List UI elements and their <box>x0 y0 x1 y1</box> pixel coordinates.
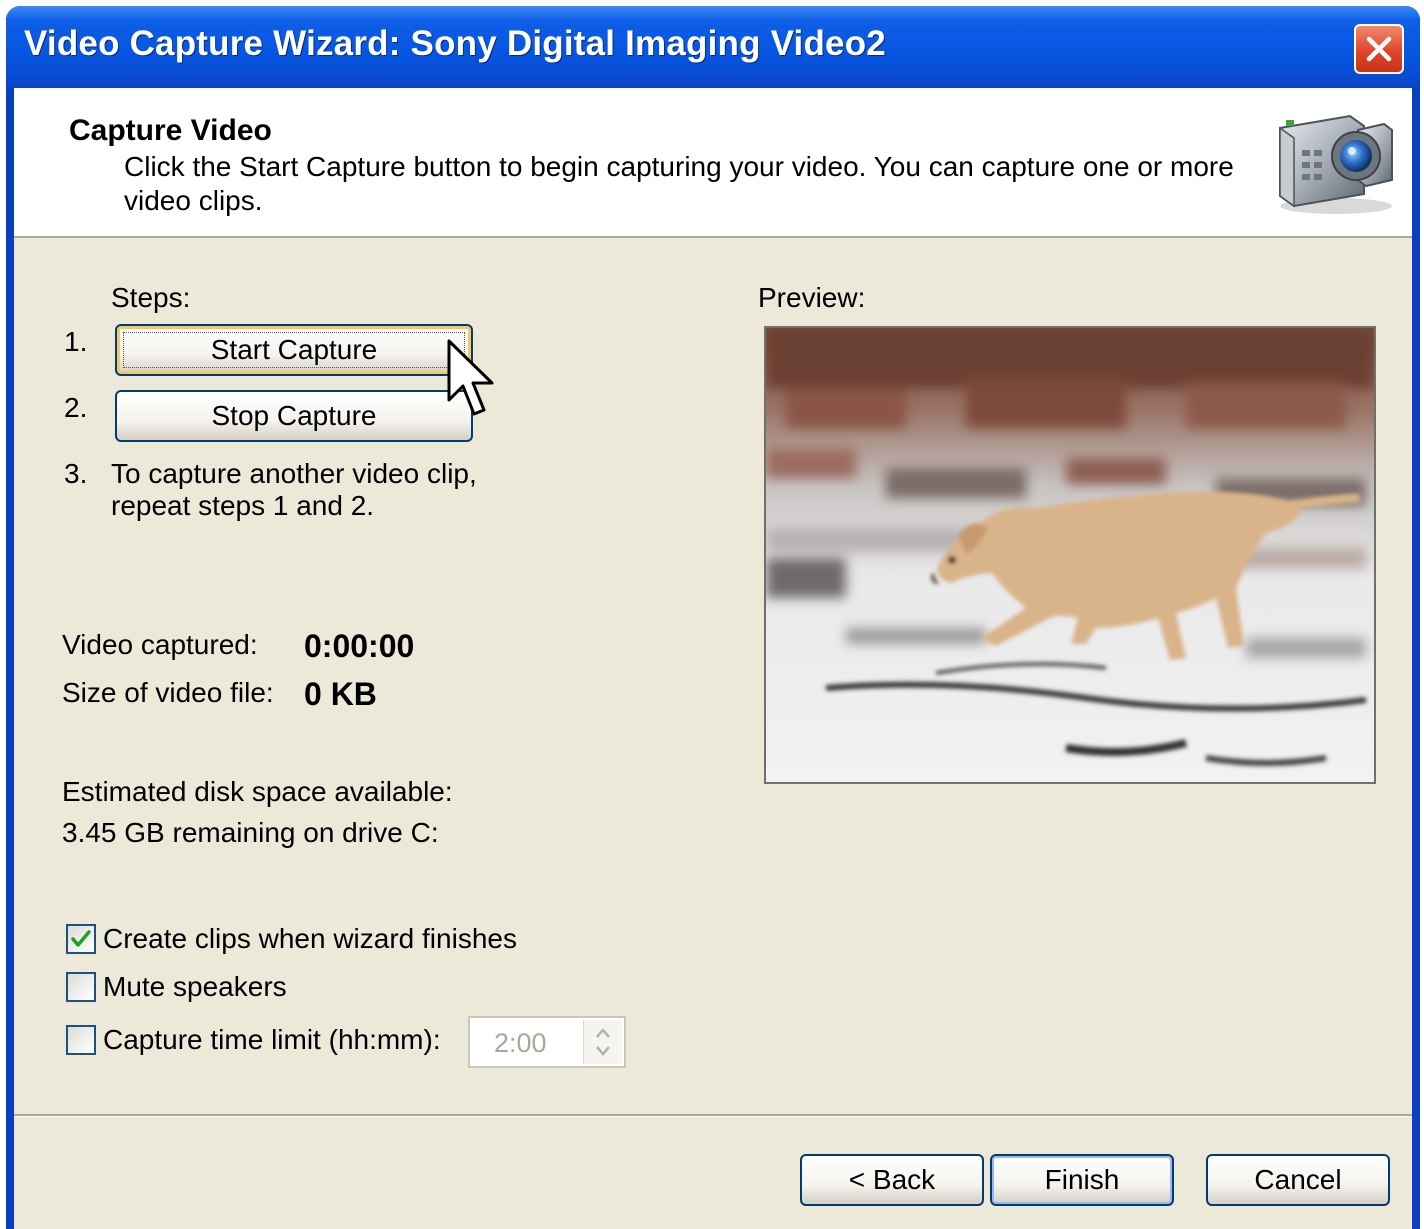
checkmark-icon <box>71 930 91 947</box>
step-number: 3. <box>64 458 88 489</box>
capture-time-limit-checkbox[interactable] <box>66 1025 96 1055</box>
page-description: Click the Start Capture button to begin … <box>124 151 1234 216</box>
mouse-pointer-icon <box>447 339 494 416</box>
file-size-value: 0 KB <box>304 676 377 712</box>
video-preview <box>764 326 1376 784</box>
video-captured-label: Video captured: <box>62 629 258 660</box>
close-icon <box>1366 36 1392 62</box>
capture-time-limit-label[interactable]: Capture time limit (hh:mm): <box>103 1024 441 1056</box>
step-number: 1. <box>64 326 88 357</box>
create-clips-checkbox[interactable] <box>66 924 96 954</box>
time-limit-spinner[interactable]: 2:00 <box>468 1016 626 1068</box>
spinner-arrows-icon <box>596 1028 610 1056</box>
finish-button[interactable]: Finish <box>990 1154 1174 1206</box>
title-bar[interactable]: Video Capture Wizard: Sony Digital Imagi… <box>6 6 1420 88</box>
mute-speakers-checkbox[interactable] <box>66 972 96 1002</box>
page-title: Capture Video <box>69 114 272 147</box>
disk-space-label: Estimated disk space available: <box>62 776 453 807</box>
back-button[interactable]: < Back <box>800 1154 984 1206</box>
stop-capture-button[interactable]: Stop Capture <box>115 390 473 442</box>
footer-separator <box>14 1114 1412 1117</box>
time-limit-value: 2:00 <box>494 1028 547 1058</box>
steps-label: Steps: <box>111 282 191 313</box>
preview-image <box>766 328 1374 782</box>
spinner-buttons[interactable] <box>583 1020 622 1064</box>
wizard-body: Capture Video Click the Start Capture bu… <box>14 88 1412 1229</box>
file-size-label: Size of video file: <box>62 677 274 708</box>
wizard-window: Video Capture Wizard: Sony Digital Imagi… <box>6 6 1420 1229</box>
mute-speakers-label[interactable]: Mute speakers <box>103 971 287 1003</box>
step-3-text-line2: repeat steps 1 and 2. <box>111 490 375 521</box>
step-number: 2. <box>64 392 88 423</box>
preview-label: Preview: <box>758 282 866 313</box>
window-title: Video Capture Wizard: Sony Digital Imagi… <box>24 24 886 63</box>
video-captured-value: 0:00:00 <box>304 628 415 664</box>
close-button[interactable] <box>1354 24 1404 74</box>
disk-space-value: 3.45 GB remaining on drive C: <box>62 817 439 848</box>
create-clips-label[interactable]: Create clips when wizard finishes <box>103 923 517 955</box>
cancel-button[interactable]: Cancel <box>1206 1154 1390 1206</box>
start-capture-button[interactable]: Start Capture <box>115 324 473 376</box>
step-3-text-line1: To capture another video clip, <box>111 458 477 489</box>
camcorder-icon <box>1279 114 1393 214</box>
wizard-header: Capture Video Click the Start Capture bu… <box>14 88 1412 238</box>
